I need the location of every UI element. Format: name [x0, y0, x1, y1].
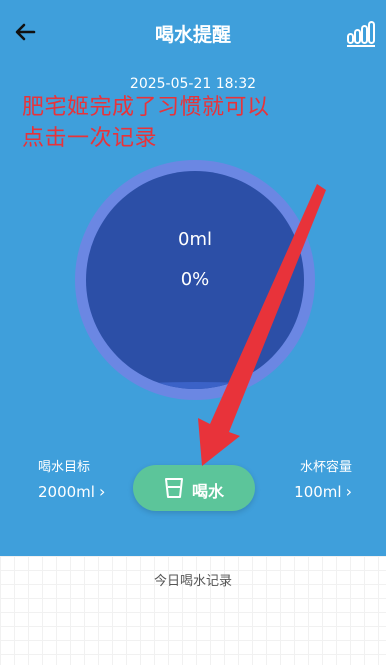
goal-label: 喝水目标	[38, 460, 91, 475]
header: 喝水提醒	[0, 0, 386, 66]
cup-icon	[165, 478, 183, 498]
drink-button[interactable]: 喝水	[133, 465, 255, 511]
bar-chart-icon[interactable]	[346, 20, 376, 48]
today-records-section: 今日喝水记录	[0, 556, 386, 665]
water-percent-text: 0%	[180, 269, 210, 290]
main-panel: 喝水提醒 2025-05-21 18:32 肥宅姬完成了习惯就可以 点击一次记录…	[0, 0, 386, 556]
cup-capacity-value: 100ml	[294, 483, 342, 501]
water-fill-wave	[86, 382, 304, 389]
datetime-text: 2025-05-21 18:32	[129, 76, 257, 92]
water-progress-circle: 0ml 0%	[86, 171, 304, 389]
water-amount-text: 0ml	[178, 229, 212, 250]
cup-capacity-label: 水杯容量	[299, 460, 352, 475]
page-title: 喝水提醒	[154, 24, 231, 46]
annotation-line-1: 肥宅姬完成了习惯就可以	[22, 95, 270, 120]
goal-value: 2000ml	[38, 483, 95, 501]
annotation-line-2: 点击一次记录	[22, 126, 158, 151]
chevron-right-icon: ›	[98, 482, 106, 501]
cup-capacity-selector[interactable]: 100ml ›	[294, 482, 352, 501]
chevron-right-icon: ›	[345, 482, 352, 501]
goal-selector[interactable]: 2000ml ›	[38, 482, 105, 501]
annotation-text: 肥宅姬完成了习惯就可以 点击一次记录	[22, 92, 270, 154]
records-title: 今日喝水记录	[153, 574, 232, 589]
drink-button-label: 喝水	[192, 482, 225, 501]
